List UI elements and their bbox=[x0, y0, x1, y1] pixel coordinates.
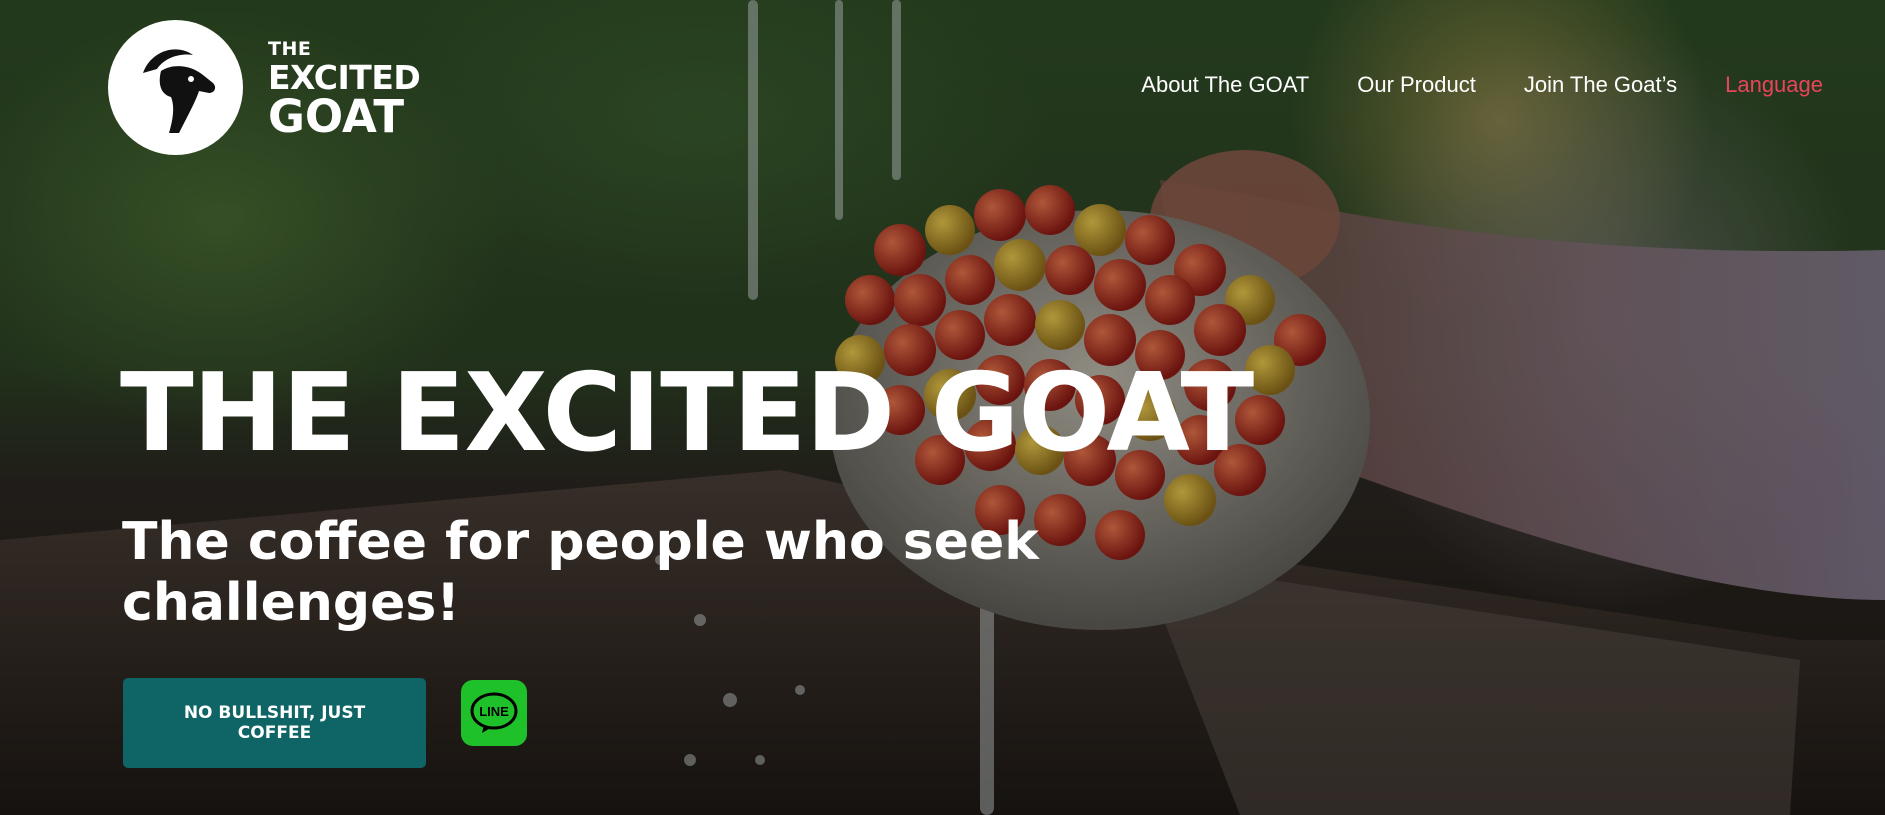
brand-logo[interactable]: THE EXCITED GOAT bbox=[108, 20, 421, 155]
line-app-icon: LINE bbox=[470, 692, 518, 733]
hero-title: THE EXCITED GOAT bbox=[120, 351, 1254, 476]
logo-wordmark: THE EXCITED GOAT bbox=[268, 38, 421, 143]
logo-line-3: GOAT bbox=[268, 90, 405, 143]
nav-join-link[interactable]: Join The Goat’s bbox=[1524, 72, 1677, 98]
hero-subtitle: The coffee for people who seek challenge… bbox=[122, 512, 1039, 633]
logo-line-1: THE bbox=[268, 38, 312, 60]
cta-button[interactable]: NO BULLSHIT, JUST COFFEE bbox=[123, 678, 426, 768]
nav-language-link[interactable]: Language bbox=[1725, 72, 1823, 98]
nav-product-link[interactable]: Our Product bbox=[1357, 72, 1476, 98]
goat-head-icon bbox=[108, 20, 243, 155]
line-button[interactable]: LINE bbox=[461, 680, 527, 746]
hero-section: THE EXCITED GOAT About The GOAT Our Prod… bbox=[0, 0, 1885, 815]
line-label: LINE bbox=[479, 704, 509, 719]
main-nav: About The GOAT Our Product Join The Goat… bbox=[1141, 72, 1823, 98]
nav-about-link[interactable]: About The GOAT bbox=[1141, 72, 1309, 98]
